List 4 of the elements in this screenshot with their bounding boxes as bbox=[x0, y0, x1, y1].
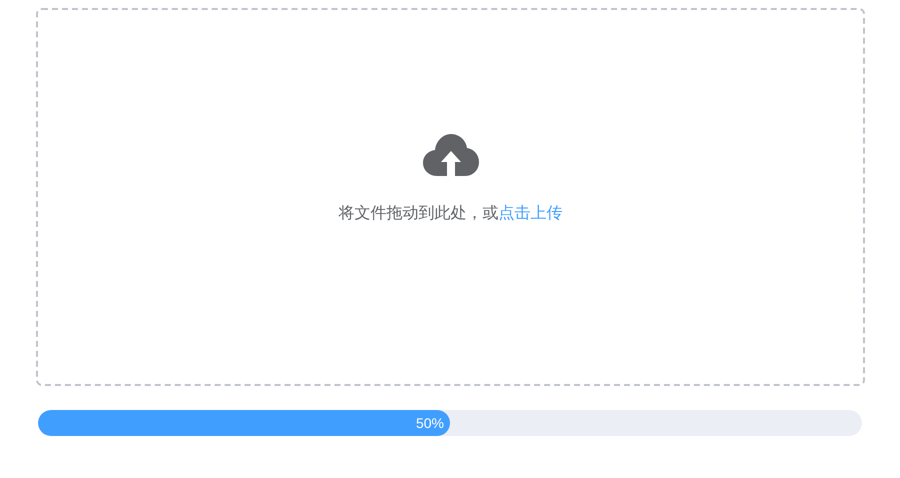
progress-label: 50% bbox=[416, 414, 444, 432]
upload-dropzone[interactable]: 将文件拖动到此处，或点击上传 bbox=[36, 8, 865, 386]
upload-instruction: 将文件拖动到此处，或点击上传 bbox=[338, 204, 562, 224]
cloud-upload-icon bbox=[422, 134, 478, 176]
